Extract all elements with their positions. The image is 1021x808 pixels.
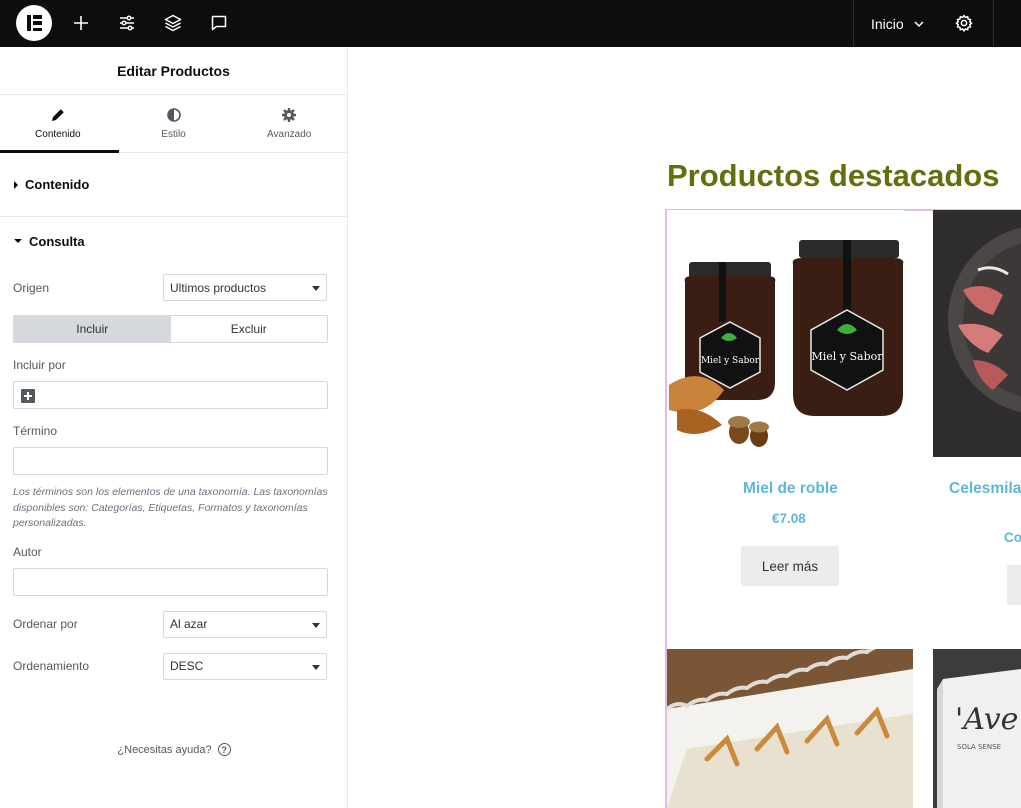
elementor-logo-icon[interactable] (16, 5, 52, 41)
question-icon: ? (217, 743, 231, 756)
incluir-por-label: Incluir por (13, 358, 66, 372)
svg-text:Miel y Sabor: Miel y Sabor (701, 356, 760, 366)
ordenar-por-select[interactable]: Al azar (163, 610, 327, 638)
page-preview: Productos destacados Miel y Sabor Miel y… (349, 47, 1021, 808)
dropdown-arrow-icon (312, 622, 320, 628)
excluir-button[interactable]: Excluir (171, 316, 328, 342)
panel-tabs: Contenido Estilo Avanzado (0, 95, 347, 153)
incluir-excluir-switch: Incluir Excluir (13, 315, 328, 343)
termino-label: Término (13, 424, 58, 438)
tab-contenido[interactable]: Contenido (0, 95, 116, 152)
gear-icon[interactable] (953, 12, 975, 34)
comment-icon[interactable] (208, 12, 230, 34)
tab-avanzado[interactable]: Avanzado (231, 95, 347, 152)
plus-icon[interactable] (70, 12, 92, 34)
page-name: Inicio (871, 15, 904, 32)
help-link[interactable]: ¿Necesitas ayuda? ? (0, 743, 348, 756)
page-selector[interactable]: Inicio (871, 0, 926, 47)
read-more-button[interactable] (1007, 565, 1021, 605)
section-heading: Productos destacados (667, 158, 1000, 193)
termino-input[interactable] (13, 447, 328, 475)
settings-sliders-icon[interactable] (116, 12, 138, 34)
product-title[interactable]: Celesmila (949, 480, 1021, 498)
origen-label: Origen (13, 280, 50, 295)
tab-estilo[interactable]: Estilo (116, 95, 232, 152)
add-icon[interactable] (21, 389, 35, 403)
section-consulta: Consulta Origen Ultimos productos Inclui… (0, 217, 347, 680)
origen-select[interactable]: Ultimos productos (163, 274, 327, 301)
product-title[interactable]: Miel de roble (743, 480, 838, 498)
product-image-miel-de-roble[interactable]: Miel y Sabor Miel y Sabor (667, 210, 904, 457)
ordenamiento-label: Ordenamiento (13, 659, 90, 673)
read-more-button[interactable]: Leer más (741, 546, 839, 586)
section-contenido-toggle[interactable]: Contenido (0, 153, 347, 216)
section-contenido: Contenido (0, 153, 347, 217)
svg-text:SOLA SENSE: SOLA SENSE (957, 743, 1001, 751)
dropdown-arrow-icon (312, 286, 320, 291)
product-image-box[interactable]: 'Ave SOLA SENSE (933, 649, 1021, 808)
half-circle-icon (166, 108, 181, 122)
product-image-turron[interactable] (667, 649, 913, 808)
autor-input[interactable] (13, 567, 328, 596)
gear-icon (282, 108, 297, 122)
svg-text:Miel y Sabor: Miel y Sabor (811, 350, 883, 363)
incluir-button[interactable]: Incluir (14, 316, 171, 342)
dropdown-arrow-icon (312, 664, 320, 670)
chevron-down-icon (914, 20, 924, 27)
ordenamiento-select[interactable]: DESC (163, 652, 327, 680)
autor-label: Autor (13, 544, 42, 559)
product-price: €7.08 (772, 511, 806, 526)
layers-icon[interactable] (162, 12, 184, 34)
editor-panel: Editar Productos Contenido Estilo Avanza… (0, 47, 348, 808)
panel-title: Editar Productos (0, 47, 347, 95)
caret-down-icon (14, 239, 22, 243)
product-price: Co (1004, 530, 1021, 545)
svg-text:'Ave: 'Ave (955, 702, 1018, 737)
editor-topbar: Inicio (0, 0, 1021, 47)
ordenar-por-label: Ordenar por (13, 617, 78, 631)
termino-help-text: Los términos son los elementos de una ta… (13, 486, 328, 529)
section-consulta-toggle[interactable]: Consulta (0, 217, 347, 265)
product-image-celesmila[interactable] (933, 210, 1021, 457)
caret-right-icon (14, 180, 18, 189)
incluir-por-field[interactable] (13, 381, 328, 409)
pencil-icon (51, 109, 64, 122)
